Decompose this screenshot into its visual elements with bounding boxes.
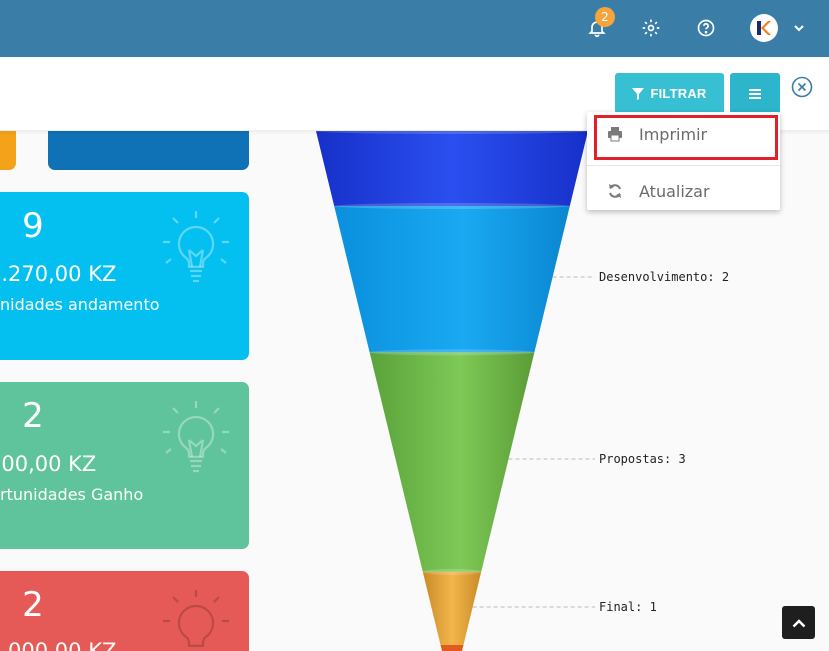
funnel-segment-propostas[interactable]	[369, 352, 535, 572]
menu-item-refresh[interactable]: Atualizar	[587, 169, 780, 213]
funnel-segment-final-rim	[422, 568, 482, 575]
menu-item-label: Atualizar	[639, 181, 710, 201]
filter-icon	[632, 87, 645, 100]
menu-item-label: Imprimir	[639, 124, 708, 144]
chevron-up-icon	[792, 618, 805, 627]
refresh-icon	[609, 184, 621, 198]
hamburger-icon	[749, 88, 761, 99]
back-to-top-button[interactable]	[782, 606, 815, 639]
filter-button[interactable]: FILTRAR	[615, 73, 724, 114]
close-icon	[791, 76, 813, 98]
funnel-label: Desenvolvimento: 2	[599, 270, 729, 284]
printer-icon	[608, 127, 622, 142]
funnel-segment-desenvolvimento-rim	[334, 203, 570, 209]
funnel-segment-desenvolvimento[interactable]	[334, 206, 570, 353]
menu-item-print[interactable]: Imprimir	[587, 112, 780, 156]
close-button[interactable]	[791, 76, 813, 98]
menu-button[interactable]	[730, 73, 780, 114]
funnel-label: Final: 1	[599, 600, 657, 614]
funnel-segment-propostas-rim	[369, 349, 535, 356]
funnel-label: Propostas: 3	[599, 452, 686, 466]
filter-button-label: FILTRAR	[650, 86, 707, 101]
funnel-tip	[440, 645, 464, 651]
funnel-segment-top[interactable]	[316, 131, 588, 206]
funnel-segment-final[interactable]	[422, 571, 482, 645]
options-dropdown: Imprimir Atualizar	[587, 112, 780, 210]
menu-divider	[587, 165, 780, 166]
